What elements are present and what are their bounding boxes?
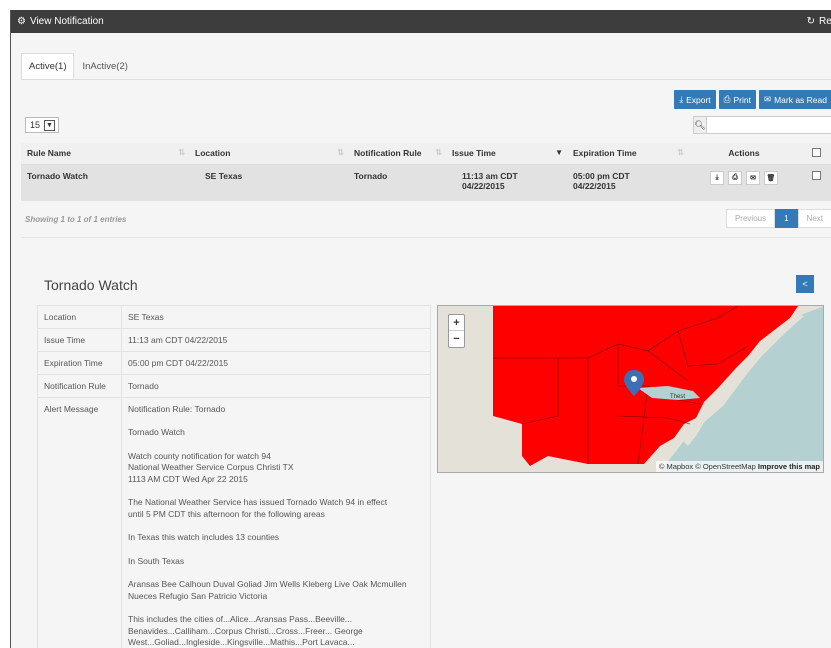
detail-key: Location <box>37 305 122 329</box>
sort-icon: ⇅ <box>435 148 442 157</box>
sort-icon: ⇅ <box>337 148 344 157</box>
sort-icon: ⇅ <box>677 148 684 157</box>
detail-title: Tornado Watch <box>44 277 138 293</box>
table-header-row: Rule Name ⇅ Location ⇅ Notification Rule ⇅ … <box>21 143 831 165</box>
tab-divider <box>21 79 831 80</box>
export-button[interactable]: ⤓ Export <box>674 90 716 109</box>
cell-issue-time: 11:13 am CDT 04/22/2015 <box>446 164 567 201</box>
title-bar: ⚙ View Notification ↻ Refresh <box>11 10 831 33</box>
cell-expiration-time: 05:00 pm CDT 04/22/2015 <box>567 164 688 201</box>
notifications-table: Rule Name ⇅ Location ⇅ Notification Rule ⇅ … <box>21 143 831 201</box>
alert-paragraph: In South Texas <box>128 555 185 566</box>
detail-value: 11:13 am CDT 04/22/2015 <box>121 328 431 352</box>
refresh-icon: ↻ <box>806 16 815 27</box>
search-input[interactable] <box>707 117 831 133</box>
alert-map[interactable]: Thest + − © Mapbox © OpenStreetMap Impro… <box>437 305 824 473</box>
sort-desc-icon: ▼ <box>555 148 563 157</box>
alert-paragraph: The National Weather Service has issued … <box>128 497 388 519</box>
row-checkbox[interactable] <box>800 164 831 201</box>
toolbar: ⤓ Export ⎙ Print ✉ Mark as Read <box>674 90 831 109</box>
refresh-button[interactable]: ↻ Refresh <box>807 16 831 27</box>
chevron-down-icon: ▼ <box>44 119 56 131</box>
print-button[interactable]: ⎙ Print <box>718 90 756 109</box>
table-row[interactable]: Tornado Watch SE Texas Tornado 11:13 am … <box>21 164 831 201</box>
tab-bar: Active(1) InActive(2) <box>21 53 136 80</box>
share-icon: < <box>802 279 808 289</box>
map-place-label: Thest <box>670 394 685 400</box>
detail-value: 05:00 pm CDT 04/22/2015 <box>121 351 431 375</box>
col-issue-time[interactable]: Issue Time ▼ <box>446 143 567 165</box>
search-icon: 🔍︎ <box>694 117 707 133</box>
detail-value: SE Texas <box>121 305 431 329</box>
window-title: View Notification <box>29 16 104 27</box>
pager-page-1[interactable]: 1 <box>775 209 798 228</box>
envelope-open-icon: ✉ <box>763 94 772 104</box>
tab-inactive[interactable]: InActive(2) <box>74 53 135 80</box>
improve-map-link[interactable]: Improve this map <box>758 462 820 471</box>
detail-key: Expiration Time <box>37 351 122 375</box>
checkbox-icon <box>811 170 821 180</box>
col-expiration-time[interactable]: Expiration Time ⇅ <box>567 143 688 165</box>
detail-value: Tornado <box>121 374 431 398</box>
detail-key: Issue Time <box>37 328 122 352</box>
pager-next[interactable]: Next <box>797 209 831 228</box>
mark-as-read-button[interactable]: ✉ Mark as Read <box>758 90 831 109</box>
detail-row: Expiration Time 05:00 pm CDT 04/22/2015 <box>37 351 431 375</box>
zoom-out-button[interactable]: − <box>449 331 464 347</box>
detail-row: Alert Message Notification Rule: Tornado… <box>37 397 431 648</box>
alert-paragraph: Aransas Bee Calhoun Duval Goliad Jim Wel… <box>128 579 407 601</box>
alert-paragraph: Watch county notification for watch 94 N… <box>128 450 294 484</box>
map-attribution: © Mapbox © OpenStreetMap Improve this ma… <box>655 461 823 472</box>
mark-read-action-icon[interactable]: ✉ <box>746 170 760 185</box>
search-field: 🔍︎ <box>693 116 831 134</box>
cell-rule-name: Tornado Watch <box>21 164 189 201</box>
sort-icon: ⇅ <box>178 148 185 157</box>
cell-notification-rule: Tornado <box>348 164 446 201</box>
col-actions: Actions <box>688 143 800 165</box>
col-rule-name[interactable]: Rule Name ⇅ <box>21 143 189 165</box>
detail-row: Notification Rule Tornado <box>37 374 431 398</box>
col-location[interactable]: Location ⇅ <box>189 143 348 165</box>
alert-paragraph: Notification Rule: Tornado <box>128 404 226 414</box>
table-info: Showing 1 to 1 of 1 entries <box>25 215 127 224</box>
alert-paragraph: Tornado Watch <box>128 427 185 438</box>
trash-action-icon[interactable]: 🗑︎ <box>764 170 778 185</box>
pager-previous[interactable]: Previous <box>725 209 776 228</box>
detail-row: Issue Time 11:13 am CDT 04/22/2015 <box>37 328 431 352</box>
alert-paragraph: This includes the cities of...Alice...Ar… <box>128 614 363 648</box>
zoom-in-button[interactable]: + <box>449 315 464 331</box>
print-icon: ⎙ <box>723 94 731 104</box>
checkbox-icon <box>811 147 821 157</box>
print-action-icon[interactable]: ⎙ <box>728 170 742 185</box>
download-action-icon[interactable]: ⤓ <box>710 170 724 185</box>
detail-key: Notification Rule <box>37 374 122 398</box>
select-all-checkbox[interactable] <box>800 143 831 165</box>
cell-actions: ⤓ ⎙ ✉ 🗑︎ <box>688 164 800 201</box>
download-icon: ⤓ <box>679 94 684 104</box>
pagination: Previous 1 Next <box>725 209 831 228</box>
main-panel: Active(1) InActive(2) ⤓ Export ⎙ Print ✉ Ma… <box>11 33 831 648</box>
alert-paragraph: In Texas this watch includes 13 counties <box>128 532 280 543</box>
share-button[interactable]: < <box>796 275 814 293</box>
detail-key: Alert Message <box>37 397 122 648</box>
gears-icon: ⚙ <box>17 16 26 27</box>
detail-table: Location SE Texas Issue Time 11:13 am CDT … <box>37 305 431 648</box>
cell-location: SE Texas <box>189 164 348 201</box>
section-divider <box>21 237 831 238</box>
map-canvas: Thest <box>438 306 823 472</box>
tab-active[interactable]: Active(1) <box>21 53 75 80</box>
detail-row: Location SE Texas <box>37 305 431 329</box>
alert-message: Notification Rule: Tornado Tornado Watch… <box>121 397 431 648</box>
zoom-control: + − <box>448 314 465 348</box>
col-notification-rule[interactable]: Notification Rule ⇅ <box>348 143 446 165</box>
page-size-select[interactable]: 15 ▼ <box>25 117 59 133</box>
notification-window: ⚙ View Notification ↻ Refresh Active(1) … <box>10 10 831 648</box>
